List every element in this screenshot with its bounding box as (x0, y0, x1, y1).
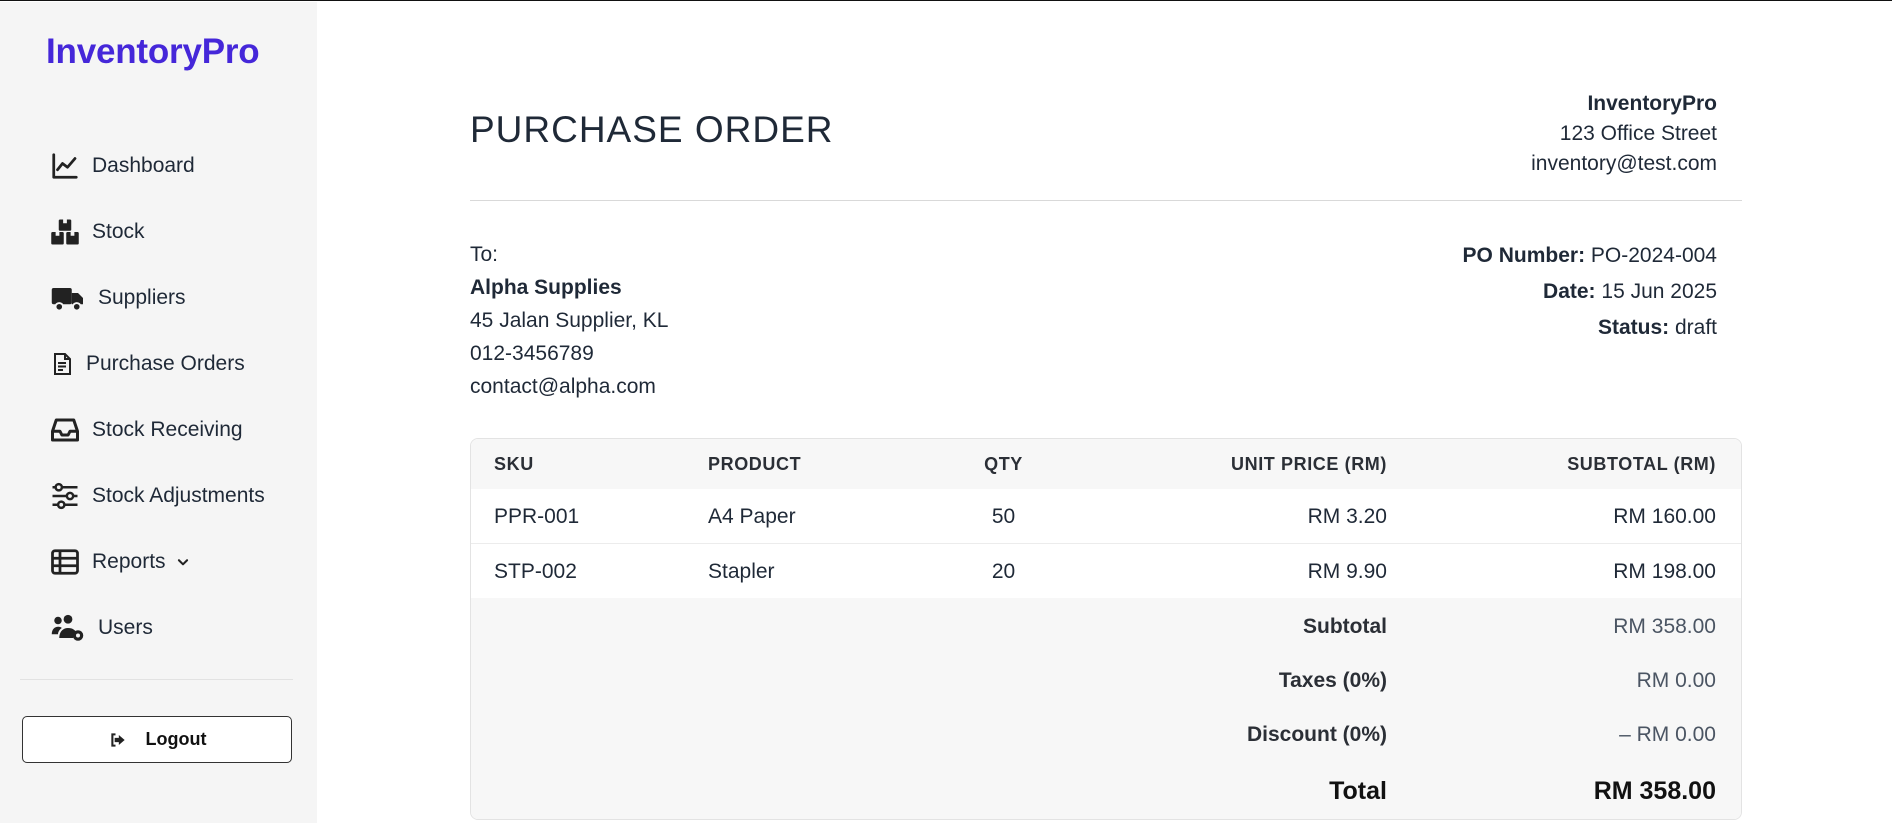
supplier-info: To: Alpha Supplies 45 Jalan Supplier, KL… (470, 238, 668, 403)
table-icon (51, 549, 79, 575)
sidebar-item-label: Purchase Orders (86, 352, 245, 375)
sidebar-item-reports[interactable]: Reports (50, 542, 190, 582)
subtotal-value: RM 358.00 (1613, 615, 1716, 638)
po-meta: PO Number: PO-2024-004 Date: 15 Jun 2025… (1463, 238, 1717, 346)
total-value: RM 358.00 (1593, 777, 1716, 805)
po-number-value: PO-2024-004 (1590, 244, 1717, 267)
page-title: PURCHASE ORDER (470, 109, 834, 150)
purchase-order-view: PURCHASE ORDER InventoryPro 123 Office S… (317, 1, 1892, 823)
cell-product: A4 Paper (708, 505, 796, 528)
cell-subtotal: RM 160.00 (1613, 505, 1716, 528)
sidebar-item-label: Reports (92, 550, 166, 573)
sidebar-item-label: Users (98, 616, 153, 639)
cell-product: Stapler (708, 560, 775, 583)
truck-icon (51, 288, 83, 312)
po-date: Date: 15 Jun 2025 (1463, 274, 1717, 310)
sidebar-item-stock[interactable]: Stock (50, 212, 145, 252)
supplier-phone: 012-3456789 (470, 342, 594, 365)
po-date-value: 15 Jun 2025 (1601, 280, 1717, 303)
logout-button[interactable]: Logout (22, 716, 292, 763)
supplier-email: contact@alpha.com (470, 375, 656, 398)
company-address: 123 Office Street (1559, 122, 1717, 145)
company-info: InventoryPro 123 Office Street inventory… (1531, 89, 1717, 179)
to-label: To: (470, 243, 499, 266)
header-divider (470, 200, 1742, 201)
cell-unit-price: RM 9.90 (1307, 560, 1387, 583)
sliders-icon (52, 482, 78, 510)
cell-unit-price: RM 3.20 (1307, 505, 1387, 528)
sidebar: InventoryPro Dashboard Stock Suppliers P… (0, 2, 317, 823)
po-status-label: Status: (1597, 316, 1670, 339)
taxes-label: Taxes (0%) (1278, 669, 1387, 692)
file-invoice-icon (54, 353, 71, 375)
logout-label: Logout (145, 729, 207, 749)
po-number: PO Number: PO-2024-004 (1463, 238, 1717, 274)
subtotal-label: Subtotal (1303, 615, 1387, 638)
users-gear-icon (51, 614, 84, 641)
sidebar-item-label: Suppliers (98, 286, 186, 309)
sidebar-item-dashboard[interactable]: Dashboard (50, 146, 195, 186)
totals-section: Subtotal RM 358.00 Taxes (0%) RM 0.00 Di… (471, 598, 1741, 819)
status-badge: draft (1674, 316, 1717, 339)
sidebar-item-users[interactable]: Users (50, 608, 153, 648)
total-label: Total (1329, 777, 1387, 805)
sidebar-item-suppliers[interactable]: Suppliers (50, 278, 186, 318)
sidebar-item-purchase-orders[interactable]: Purchase Orders (50, 344, 245, 384)
sidebar-item-label: Stock (92, 220, 145, 243)
boxes-icon (51, 219, 79, 245)
cell-qty: 20 (991, 560, 1016, 583)
cell-sku: PPR-001 (494, 505, 580, 528)
inbox-icon (51, 418, 79, 442)
sidebar-item-stock-receiving[interactable]: Stock Receiving (50, 410, 243, 450)
supplier-name: Alpha Supplies (470, 276, 622, 299)
table-row: STP-002 Stapler 20 RM 9.90 RM 198.00 (471, 544, 1741, 599)
column-header-subtotal: SUBTOTAL (RM) (1567, 454, 1716, 474)
company-email: inventory@test.com (1531, 152, 1717, 175)
chevron-down-icon (177, 559, 188, 566)
sidebar-item-label: Stock Adjustments (92, 484, 265, 507)
taxes-value: RM 0.00 (1636, 669, 1716, 692)
cell-qty: 50 (991, 505, 1016, 528)
cell-subtotal: RM 198.00 (1613, 560, 1716, 583)
company-name: InventoryPro (1587, 92, 1717, 115)
column-header-unit-price: UNIT PRICE (RM) (1231, 454, 1387, 474)
po-number-label: PO Number: (1462, 244, 1586, 267)
column-header-sku: SKU (494, 454, 534, 474)
sidebar-item-label: Dashboard (92, 154, 195, 177)
brand-logo[interactable]: InventoryPro (46, 32, 260, 72)
sign-out-icon (110, 732, 125, 747)
sidebar-divider (20, 679, 293, 680)
line-items-table: SKU PRODUCT QTY UNIT PRICE (RM) SUBTOTAL… (470, 438, 1742, 820)
table-row: PPR-001 A4 Paper 50 RM 3.20 RM 160.00 (471, 489, 1741, 544)
sidebar-item-label: Stock Receiving (92, 418, 243, 441)
supplier-address: 45 Jalan Supplier, KL (470, 309, 669, 332)
chart-line-icon (52, 153, 78, 179)
column-header-qty: QTY (984, 454, 1023, 474)
discount-label: Discount (0%) (1246, 723, 1387, 746)
cell-sku: STP-002 (494, 560, 577, 583)
sidebar-item-stock-adjustments[interactable]: Stock Adjustments (50, 476, 265, 516)
po-status: Status: draft (1463, 310, 1717, 346)
po-date-label: Date: (1543, 280, 1596, 303)
table-header: SKU PRODUCT QTY UNIT PRICE (RM) SUBTOTAL… (471, 439, 1741, 490)
column-header-product: PRODUCT (708, 454, 802, 474)
discount-value: – RM 0.00 (1619, 723, 1716, 746)
